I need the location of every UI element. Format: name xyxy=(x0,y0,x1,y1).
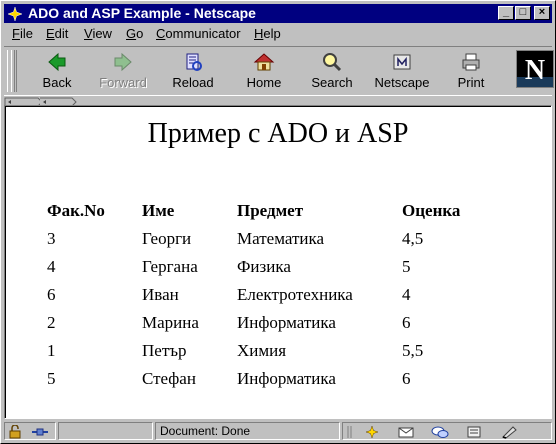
menu-file-label: ile xyxy=(19,26,33,41)
forward-label: Forward xyxy=(99,75,147,90)
table-cell: 6 xyxy=(47,285,56,304)
table-cell: 6 xyxy=(402,313,411,332)
table-cell: 6 xyxy=(402,369,411,388)
status-text: Document: Done xyxy=(160,424,251,438)
table-cell: 5 xyxy=(402,257,411,276)
menu-go[interactable]: Go xyxy=(126,26,143,41)
close-button[interactable]: × xyxy=(534,6,550,20)
maximize-button[interactable]: □ xyxy=(515,6,531,20)
page-content: Пример с ADO и ASP Фак.No Име Предмет Оц… xyxy=(4,105,552,419)
table-cell: 5 xyxy=(47,369,56,388)
menu-bar: File Edit View Go Communicator Help xyxy=(4,24,552,44)
menu-help-label: elp xyxy=(263,26,281,41)
table-cell: Марина xyxy=(142,313,199,332)
table-cell: 5,5 xyxy=(402,341,424,360)
menu-communicator-label: ommunicator xyxy=(165,26,241,41)
netscape-logo-letter: N xyxy=(525,55,545,86)
home-label: Home xyxy=(246,75,282,90)
forward-arrow-icon xyxy=(114,52,132,72)
table-cell: Електротехника xyxy=(237,285,353,304)
mail-icon[interactable] xyxy=(397,425,415,439)
menu-view[interactable]: View xyxy=(84,26,112,41)
print-label: Print xyxy=(457,75,485,90)
table-cell: Физика xyxy=(237,257,291,276)
menu-edit-label: dit xyxy=(54,26,69,41)
print-button[interactable]: Print xyxy=(443,49,499,91)
netscape-app-icon xyxy=(7,6,23,22)
navigation-toolbar: Back Forward Reload Home Search Netscape… xyxy=(4,46,554,96)
lock-icon[interactable] xyxy=(7,425,25,439)
table-cell: 4,5 xyxy=(402,229,424,248)
table-cell: Математика xyxy=(237,229,325,248)
table-cell: Гергана xyxy=(142,257,198,276)
table-cell: Химия xyxy=(237,341,287,360)
table-cell: 4 xyxy=(47,257,56,276)
table-cell: 2 xyxy=(47,313,56,332)
menu-communicator[interactable]: Communicator xyxy=(156,26,241,41)
netscape-logo[interactable]: N xyxy=(516,50,554,88)
back-button[interactable]: Back xyxy=(29,49,85,91)
menu-go-accelerator: G xyxy=(126,26,137,41)
menu-file-accelerator: F xyxy=(12,26,20,41)
menu-view-label: iew xyxy=(92,26,112,41)
back-label: Back xyxy=(42,75,72,90)
table-cell: Информатика xyxy=(237,369,336,388)
table-cell: Иван xyxy=(142,285,179,304)
menu-help[interactable]: Help xyxy=(254,26,281,41)
browser-window: ADO and ASP Example - Netscape _ □ × Fil… xyxy=(0,0,556,444)
toolbar-grip[interactable] xyxy=(7,50,17,92)
search-icon xyxy=(323,53,342,72)
status-bar: Document: Done xyxy=(4,421,552,441)
table-cell: 1 xyxy=(47,341,56,360)
address-book-icon[interactable] xyxy=(465,425,483,439)
netscape-button[interactable]: Netscape xyxy=(374,49,430,91)
forward-button[interactable]: Forward xyxy=(95,49,151,91)
window-title: ADO and ASP Example - Netscape xyxy=(28,5,256,21)
minimize-button[interactable]: _ xyxy=(498,6,514,20)
table-cell: 4 xyxy=(402,285,411,304)
composer-icon[interactable] xyxy=(501,425,519,439)
menu-edit-accelerator: E xyxy=(46,26,55,41)
connection-plug-icon[interactable] xyxy=(31,425,49,439)
component-bar xyxy=(342,422,552,440)
back-arrow-icon xyxy=(48,52,66,72)
netscape-logo-icon: N xyxy=(517,51,553,87)
reload-label: Reload xyxy=(172,75,214,90)
printer-icon xyxy=(462,53,480,71)
netscape-label: Netscape xyxy=(374,75,430,90)
discussion-groups-icon[interactable] xyxy=(431,425,449,439)
location-toolbar-tabs xyxy=(4,94,552,107)
security-panel xyxy=(4,422,56,440)
menu-edit[interactable]: Edit xyxy=(46,26,68,41)
menu-go-label: o xyxy=(136,26,144,41)
table-cell: Стефан xyxy=(142,369,196,388)
home-button[interactable]: Home xyxy=(236,49,292,91)
component-bar-grip-icon[interactable] xyxy=(345,425,363,439)
title-bar[interactable]: ADO and ASP Example - Netscape _ □ × xyxy=(4,4,552,23)
search-label: Search xyxy=(311,75,353,90)
table-header-fak-no: Фак.No xyxy=(47,201,105,220)
progress-panel xyxy=(58,422,153,440)
page-heading: Пример с ADO и ASP xyxy=(147,118,409,149)
table-header-grade: Оценка xyxy=(402,201,461,220)
home-icon xyxy=(253,53,275,71)
search-button[interactable]: Search xyxy=(304,49,360,91)
menu-file[interactable]: File xyxy=(12,26,33,41)
reload-button[interactable]: Reload xyxy=(165,49,221,91)
table-cell: Георги xyxy=(142,229,192,248)
status-message-panel: Document: Done xyxy=(155,422,340,440)
table-cell: 3 xyxy=(47,229,56,248)
table-cell: Петър xyxy=(142,341,187,360)
table-cell: Информатика xyxy=(237,313,336,332)
menu-help-accelerator: H xyxy=(254,26,264,41)
netscape-page-icon xyxy=(393,54,411,70)
table-header-subject: Предмет xyxy=(237,201,304,220)
menu-communicator-accelerator: C xyxy=(156,26,166,41)
reload-icon xyxy=(186,53,202,71)
navigator-icon[interactable] xyxy=(363,425,381,439)
table-header-name: Име xyxy=(142,201,175,220)
